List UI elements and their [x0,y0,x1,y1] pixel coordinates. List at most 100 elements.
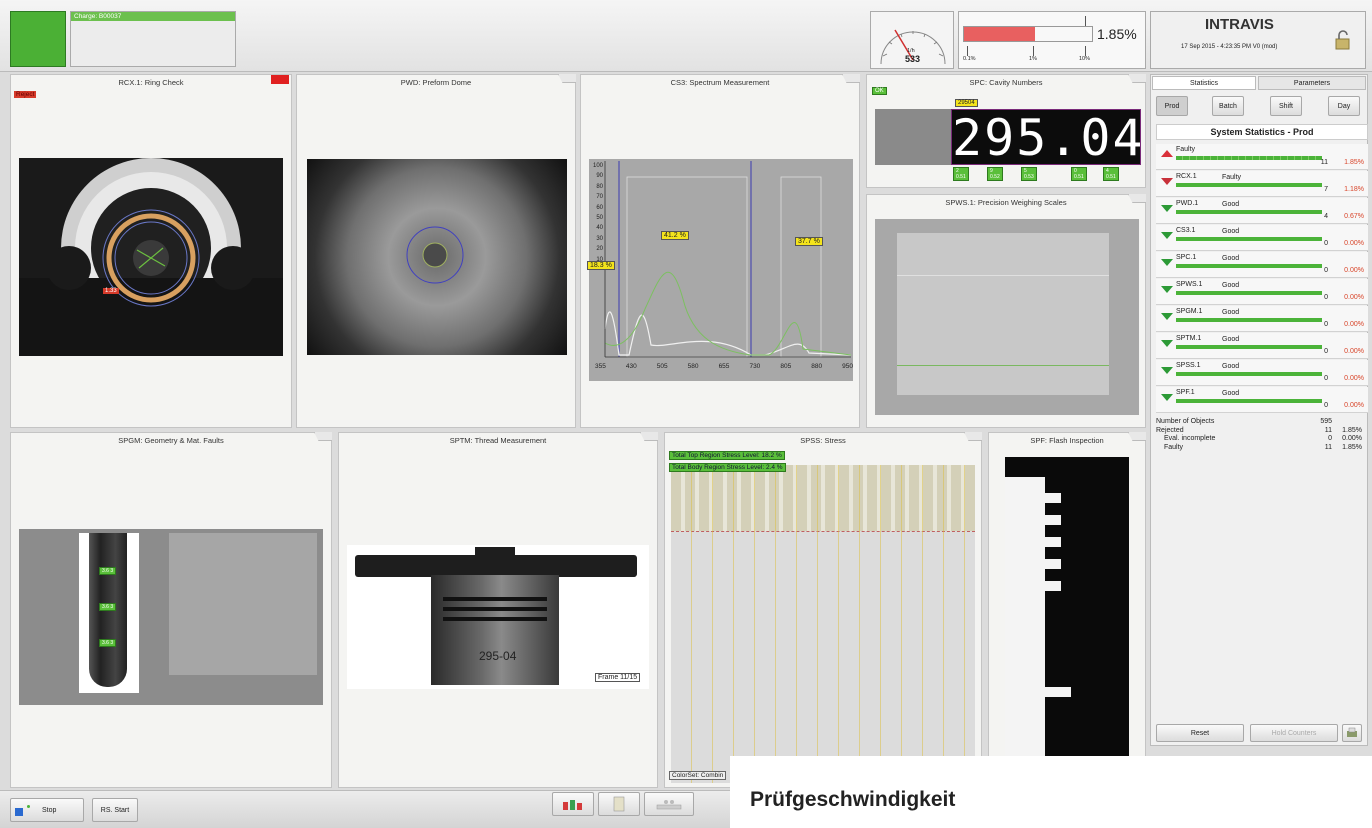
spgm-title: SPGM: Geometry & Mat. Faults [118,436,224,445]
stat-row-spgm: SPGM.1 Good 0 0.00% [1156,306,1368,332]
stat-name: SPSS.1 [1176,362,1201,369]
ytick: 20 [596,246,603,253]
summary-row: Number of Objects 595 [1156,418,1332,425]
stat-count: 0 [1324,321,1328,328]
stat-state: Good [1222,282,1240,289]
period-prod-button[interactable]: Prod [1156,96,1188,116]
stat-bar [1176,318,1322,322]
charge-label: Charge: B00037 [71,12,235,21]
spf-panel: SPF: Flash Inspection [988,432,1146,788]
period-day-button[interactable]: Day [1328,96,1360,116]
spss-panel: SPSS: Stress Total Top Region Stress Lev… [664,432,982,788]
stat-state: Faulty [1222,174,1242,181]
rcx-image: 1.33 [19,158,283,356]
arrow-up-icon [1161,150,1173,157]
view-machine-icon[interactable] [644,792,694,816]
spgm-image: 3.6 3 3.6 3 3.6 3 [19,529,323,705]
cs3-chart: 18.3 % 41.2 % 37.7 % 100 90 80 70 60 50 … [587,159,853,381]
arrow-down-icon [1161,232,1173,239]
status-indicator [10,11,66,67]
cs3-xticks: 355 430 505 580 655 730 805 880 950 [595,363,853,370]
spws-chart [875,219,1139,415]
cs3-label-3: 37.7 % [795,237,823,246]
stat-pct: 0.00% [1344,375,1364,382]
stat-count: 0 [1324,294,1328,301]
stat-state: Good [1222,255,1240,262]
stat-row-sptm: SPTM.1 Good 0 0.00% [1156,333,1368,359]
period-shift-button[interactable]: Shift [1270,96,1302,116]
spc-small-label: 29504 [955,99,978,107]
stat-pct: 1.18% [1344,186,1364,193]
spc-panel: SPC: Cavity Numbers OK 29504 295.04 2 0.… [866,74,1146,188]
lock-icon[interactable] [1335,30,1353,50]
ytick: 60 [596,204,603,211]
stat-bar [1176,156,1322,160]
spgm-label: 3.6 3 [99,567,117,575]
stat-bar [1176,264,1322,268]
spss-title: SPSS: Stress [800,436,846,445]
reset-button[interactable]: Reset [1156,724,1244,742]
stat-name: Faulty [1176,146,1196,153]
stat-row-spf: SPF.1 Good 0 0.00% [1156,387,1368,413]
summary-block: Number of Objects 595 Rejected 11 1.85% Eva… [1156,418,1362,452]
stat-count: 7 [1324,186,1328,193]
xtick: 805 [780,363,792,370]
tab-statistics[interactable]: Statistics [1152,76,1256,90]
stop-icon [15,808,23,816]
stat-row-rcx: RCX.1 Faulty 7 1.18% [1156,171,1368,197]
xtick: 730 [749,363,761,370]
arrow-down-icon [1161,394,1173,401]
stat-name: SPTM.1 [1176,335,1202,342]
spss-top-level: Total Top Region Stress Level: 18.2 % [669,451,785,460]
stat-row-spws: SPWS.1 Good 0 0.00% [1156,279,1368,305]
cs3-label-2: 41.2 % [661,231,689,240]
ytick: 40 [596,225,603,232]
stat-state: Good [1222,228,1240,235]
arrow-down-icon [1161,205,1173,212]
tick-low: 0.1% [963,56,976,62]
sptm-cap-text: 295-04 [479,649,517,663]
xtick: 580 [687,363,699,370]
hold-counters-button[interactable]: Hold Counters [1250,724,1338,742]
arrow-down-icon [1161,286,1173,293]
sptm-panel: SPTM: Thread Measurement 295-04 Frame 11… [338,432,658,788]
view-bars-icon[interactable] [552,792,594,816]
stat-name: RCX.1 [1176,173,1197,180]
xtick: 655 [718,363,730,370]
spgm-label: 3.6 3 [99,639,117,647]
spss-image [671,465,975,783]
tab-parameters[interactable]: Parameters [1258,76,1366,90]
ytick: 30 [596,235,603,242]
summary-row: Faulty 11 1.85% [1164,443,1362,451]
cs3-panel: CS3: Spectrum Measurement 18.3 % 41.2 % … [580,74,860,428]
stat-name: SPC.1 [1176,254,1197,261]
period-batch-button[interactable]: Batch [1212,96,1244,116]
tick-high: 10% [1079,56,1091,62]
cs3-yticks: 100 90 80 70 60 50 40 30 20 10 [589,161,603,265]
arrow-down-icon [1161,178,1173,185]
reject-rate-track [963,26,1093,42]
print-icon[interactable] [1342,724,1362,742]
rs-start-button[interactable]: RS. Start [92,798,138,822]
stat-bar [1176,183,1322,187]
stop-button[interactable]: Stop [10,798,84,822]
rcx-reject-badge: Reject [14,91,37,98]
rcx-corner-flag [271,75,289,84]
stat-count: 0 [1324,267,1328,274]
speed-gauge: 1/h 533 [870,11,954,69]
xtick: 880 [811,363,823,370]
stat-count: 0 [1324,240,1328,247]
xtick: 505 [656,363,668,370]
caption-text: Prüfgeschwindigkeit [750,788,956,811]
ytick: 50 [596,215,603,222]
ytick: 100 [592,163,603,169]
cs3-title: CS3: Spectrum Measurement [670,78,770,87]
summary-row: Eval. incomplete 0 0.00% [1164,435,1362,442]
stat-count: 0 [1324,348,1328,355]
ytick: 70 [596,194,603,201]
arrow-down-icon [1161,367,1173,374]
statistics-heading: System Statistics - Prod [1156,124,1368,140]
view-pages-icon[interactable] [598,792,640,816]
ytick: 10 [596,256,603,263]
stat-pct: 0.00% [1344,348,1364,355]
